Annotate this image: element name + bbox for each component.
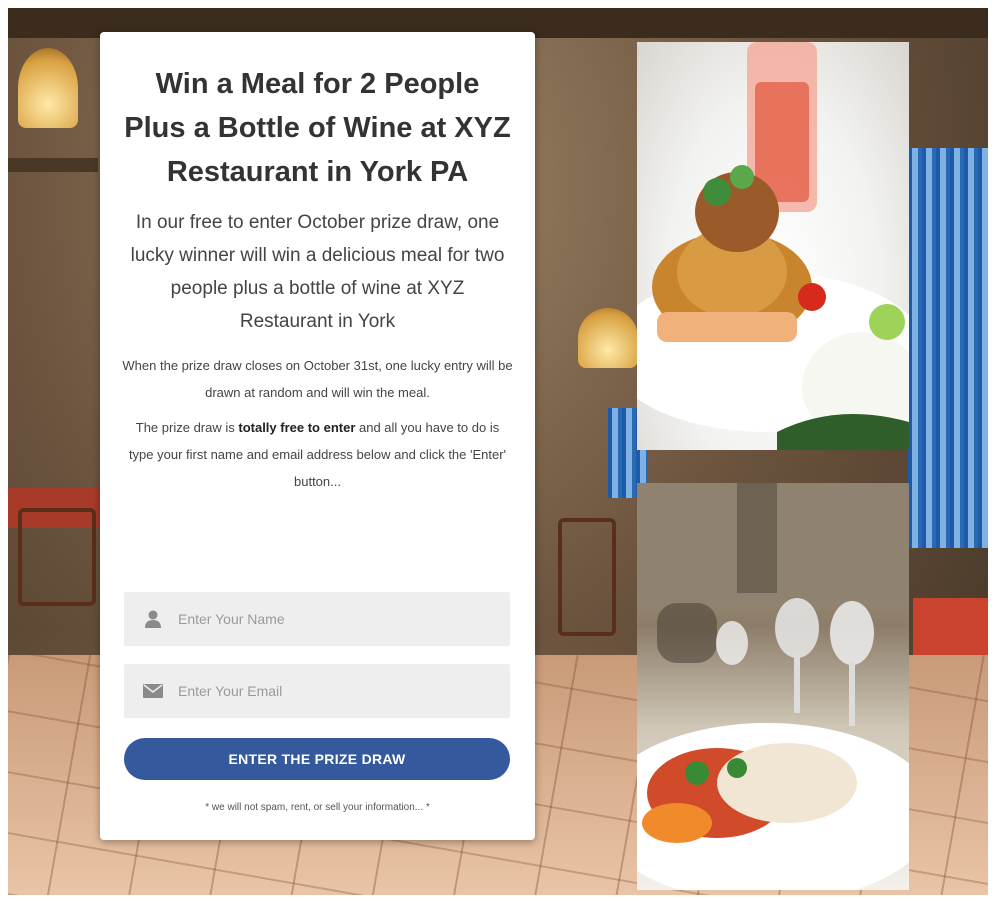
envelope-icon <box>142 684 164 698</box>
free-entry-prefix: The prize draw is <box>135 420 239 435</box>
food-photo-dish <box>637 42 909 450</box>
food-photo-table <box>637 483 909 890</box>
name-field[interactable] <box>124 592 510 646</box>
enter-prize-draw-button[interactable]: ENTER THE PRIZE DRAW <box>124 738 510 780</box>
hanging-lamp <box>578 308 638 368</box>
window <box>908 148 988 548</box>
ceiling-beam <box>8 158 98 172</box>
user-icon <box>142 610 164 628</box>
email-input[interactable] <box>176 682 500 700</box>
page-title: Win a Meal for 2 People Plus a Bottle of… <box>124 68 511 188</box>
chair <box>18 508 96 606</box>
prize-description: In our free to enter October prize draw,… <box>130 212 505 332</box>
draw-info-text: When the prize draw closes on October 31… <box>122 358 513 400</box>
hanging-lamp <box>18 48 78 128</box>
name-input[interactable] <box>176 610 500 628</box>
prize-draw-card: Win a Meal for 2 People Plus a Bottle of… <box>100 32 535 840</box>
chair <box>558 518 616 636</box>
privacy-disclaimer: * we will not spam, rent, or sell your i… <box>205 802 430 813</box>
free-entry-emphasis: totally free to enter <box>238 420 356 435</box>
email-field[interactable] <box>124 664 510 718</box>
free-entry-text: The prize draw is totally free to enter … <box>122 414 513 495</box>
